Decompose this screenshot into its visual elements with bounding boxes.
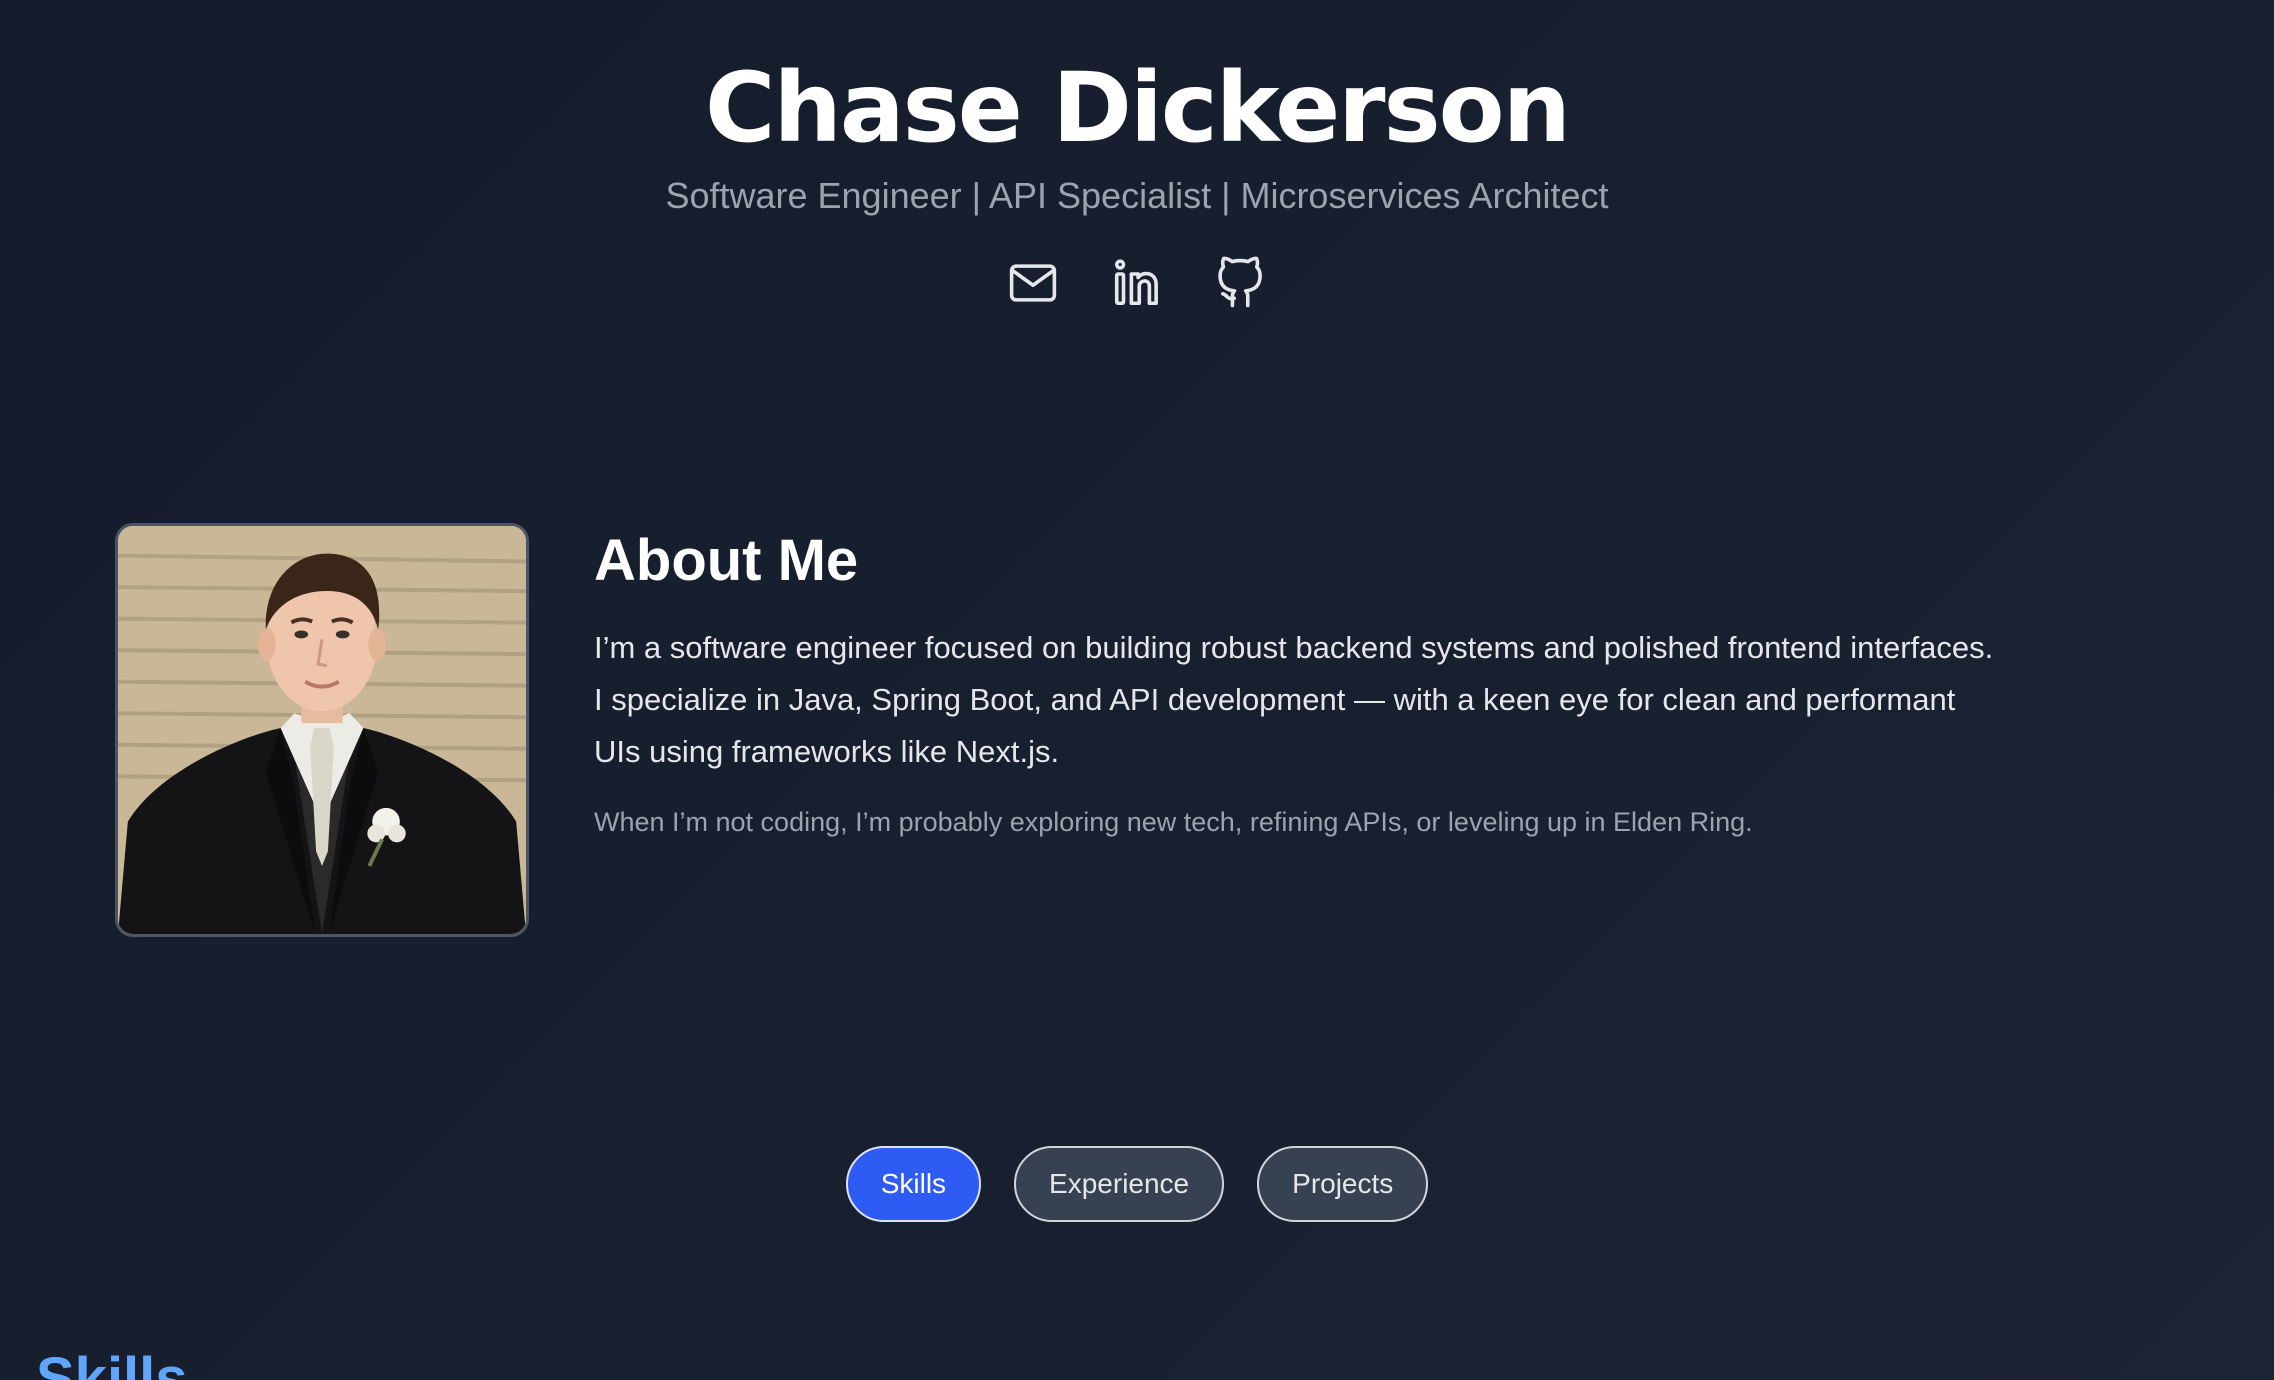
- section-tabs: Skills Experience Projects: [0, 1146, 2274, 1222]
- tab-experience[interactable]: Experience: [1014, 1146, 1225, 1222]
- email-link[interactable]: [1006, 256, 1060, 310]
- tagline: Software Engineer | API Specialist | Mic…: [665, 175, 1609, 216]
- social-links: [0, 256, 2274, 310]
- tab-skills[interactable]: Skills: [845, 1146, 982, 1222]
- portfolio-page: Chase Dickerson Software Engineer | API …: [0, 0, 2274, 1380]
- about-note: When I’m not coding, I’m probably explor…: [594, 806, 1753, 837]
- about-body: I’m a software engineer focused on build…: [594, 629, 1994, 769]
- about-section: About Me I’m a software engineer focused…: [594, 520, 1994, 840]
- profile-photo: [115, 523, 529, 937]
- tab-projects[interactable]: Projects: [1257, 1146, 1429, 1222]
- about-title: About Me: [594, 528, 859, 593]
- linkedin-icon: [1114, 259, 1158, 306]
- page-title: Chase Dickerson: [705, 52, 1571, 164]
- mail-icon: [1009, 264, 1057, 302]
- github-link[interactable]: [1214, 256, 1268, 310]
- section-title: Skills: [36, 1346, 188, 1380]
- github-icon: [1218, 256, 1262, 308]
- profile-photo-illustration: [118, 526, 526, 934]
- linkedin-link[interactable]: [1110, 256, 1164, 310]
